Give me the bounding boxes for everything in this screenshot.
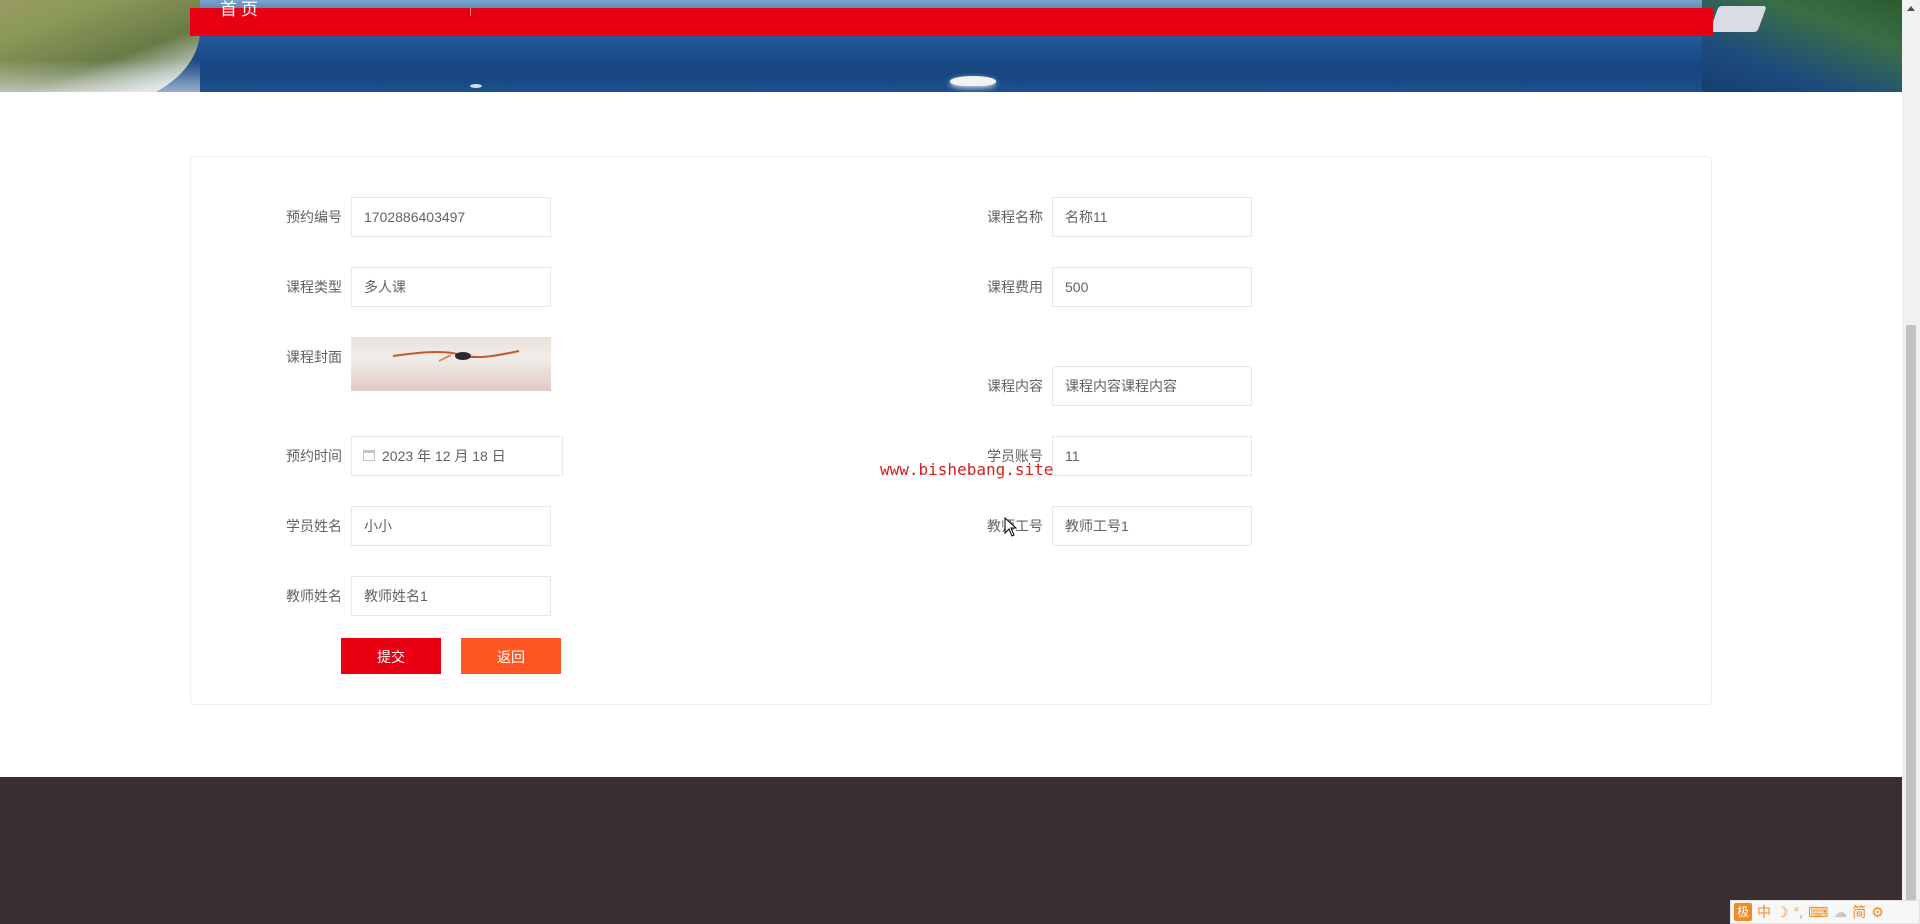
top-navbar: 首页 — [190, 0, 1713, 36]
back-button[interactable]: 返回 — [461, 638, 561, 674]
nav-separator — [470, 8, 471, 16]
student-name-input[interactable]: 小小 — [351, 506, 551, 546]
ime-settings-icon[interactable]: ⚙ — [1871, 903, 1884, 921]
ime-logo-icon[interactable]: 极 — [1734, 903, 1752, 921]
course-cover-image — [351, 337, 551, 391]
ime-simplified-mode[interactable]: 简 — [1852, 903, 1866, 921]
booking-form-card — [190, 156, 1712, 705]
calendar-icon — [363, 450, 375, 461]
watermark-text: www.bishebang.site — [880, 460, 1054, 479]
booking-time-datepicker[interactable]: 2023 年 12 月 18 日 — [351, 436, 563, 476]
ime-moon-icon[interactable]: ☽ — [1776, 903, 1789, 921]
ime-toolbar: 极 中 ☽ °, ⌨ ☁ 简 ⚙ — [1730, 900, 1920, 924]
teacher-no-label: 教师工号 — [987, 518, 1043, 534]
ime-skin-icon[interactable]: ☁ — [1833, 903, 1847, 921]
vertical-scrollbar[interactable] — [1902, 0, 1920, 924]
course-content-label: 课程内容 — [987, 378, 1043, 394]
nav-item-home[interactable]: 首页 — [220, 0, 262, 20]
ime-punct-icon[interactable]: °, — [1794, 903, 1804, 921]
course-name-input[interactable]: 名称11 — [1052, 197, 1252, 237]
course-content-input[interactable]: 课程内容课程内容 — [1052, 366, 1252, 406]
ime-chinese-mode[interactable]: 中 — [1757, 903, 1771, 921]
course-type-input[interactable]: 多人课 — [351, 267, 551, 307]
course-name-label: 课程名称 — [987, 209, 1043, 225]
header-banner: 首页 — [0, 0, 1902, 92]
teacher-no-input[interactable]: 教师工号1 — [1052, 506, 1252, 546]
dancer-graphic — [392, 350, 520, 362]
student-account-input[interactable]: 11 — [1052, 436, 1252, 476]
course-cover-label: 课程封面 — [286, 349, 342, 365]
booking-time-label: 预约时间 — [286, 448, 342, 464]
booking-no-label: 预约编号 — [286, 209, 342, 225]
mouse-cursor-icon — [1004, 517, 1018, 537]
booking-time-value: 2023 年 12 月 18 日 — [382, 448, 506, 464]
scrollbar-thumb[interactable] — [1906, 325, 1916, 924]
banner-wake — [470, 84, 482, 88]
banner-shore-left — [0, 0, 200, 92]
scroll-up-arrow-icon[interactable] — [1907, 6, 1915, 11]
teacher-name-input[interactable]: 教师姓名1 — [351, 576, 551, 616]
course-type-label: 课程类型 — [286, 279, 342, 295]
ime-keyboard-icon[interactable]: ⌨ — [1808, 903, 1828, 921]
teacher-name-label: 教师姓名 — [286, 588, 342, 604]
course-fee-label: 课程费用 — [987, 279, 1043, 295]
submit-button[interactable]: 提交 — [341, 638, 441, 674]
student-name-label: 学员姓名 — [286, 518, 342, 534]
banner-building — [1709, 6, 1767, 32]
banner-boat — [950, 76, 996, 86]
booking-no-input[interactable]: 1702886403497 — [351, 197, 551, 237]
page-footer — [0, 777, 1902, 924]
course-fee-input[interactable]: 500 — [1052, 267, 1252, 307]
